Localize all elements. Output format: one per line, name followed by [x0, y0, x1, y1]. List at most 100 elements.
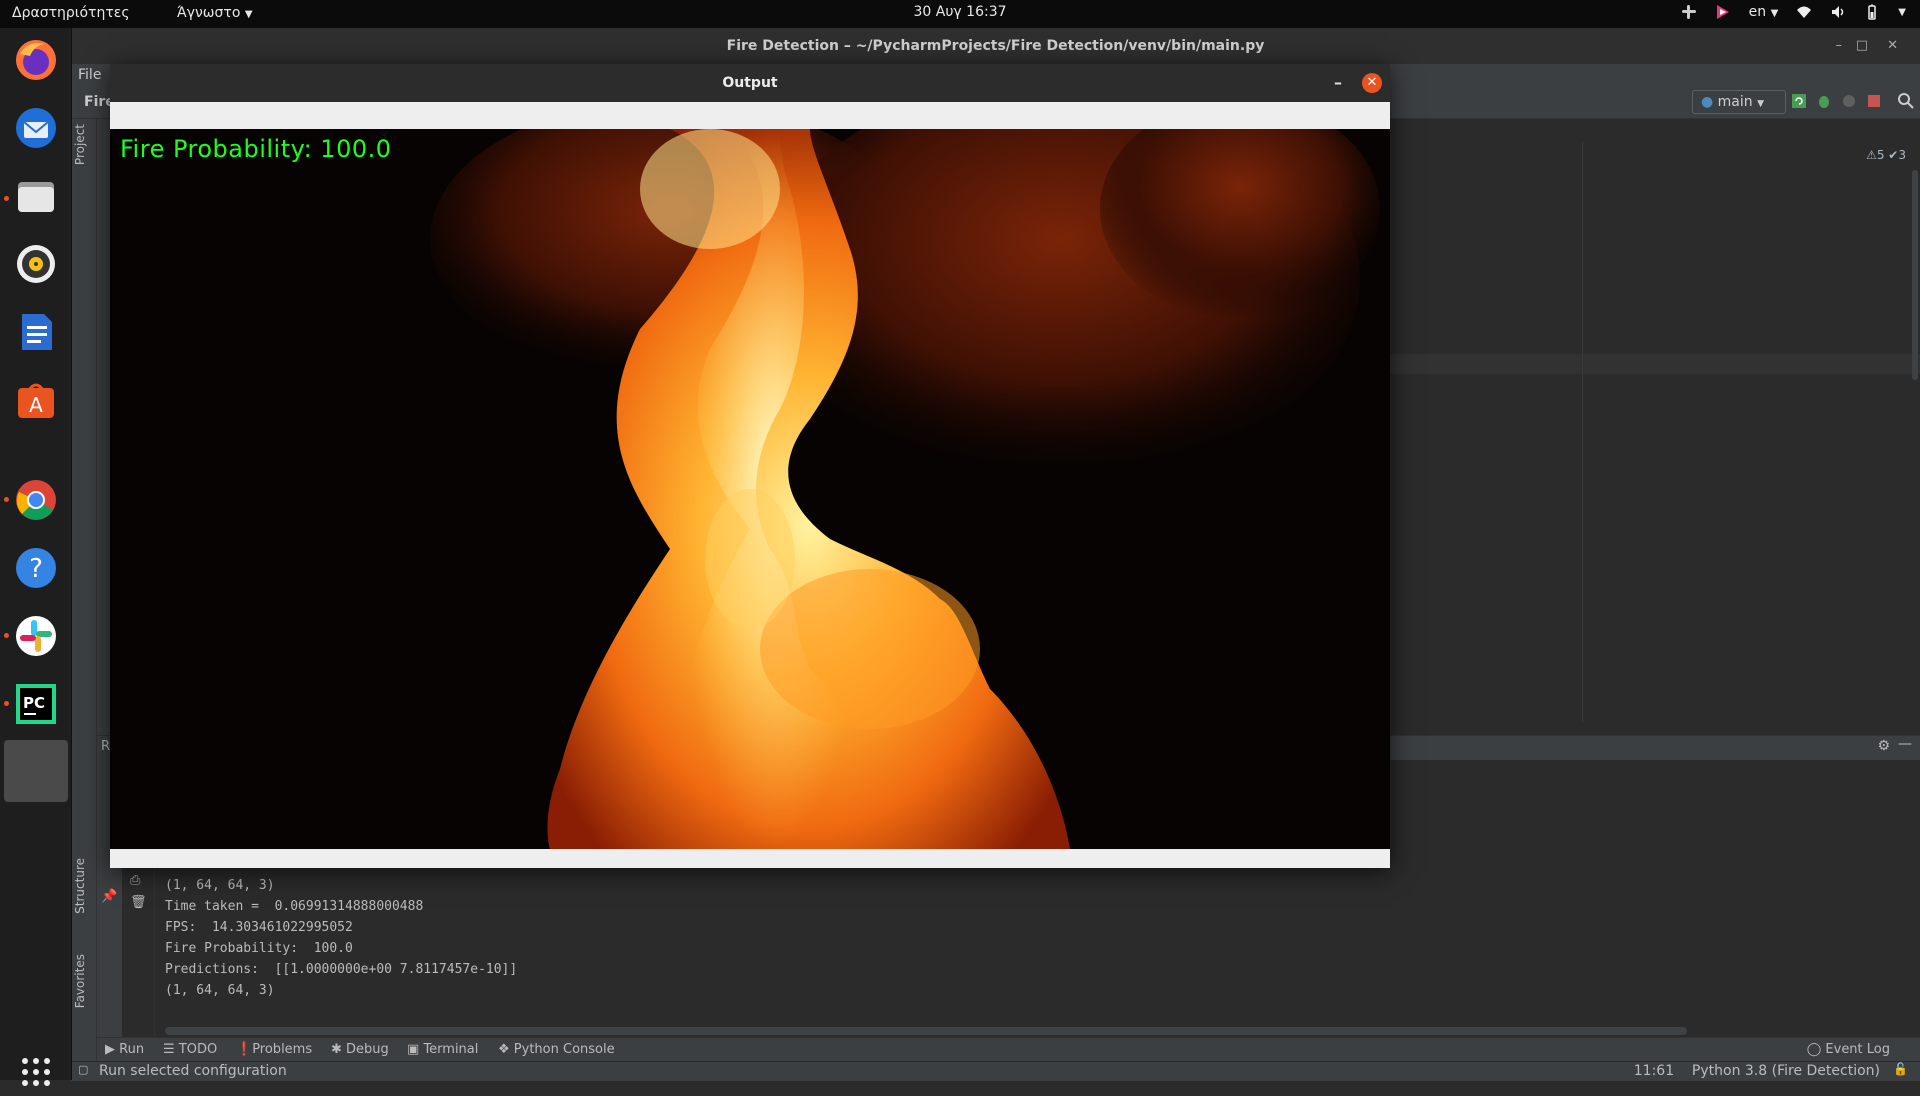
gear-icon[interactable]: ⚙ [1877, 738, 1890, 754]
left-tool-strip: Project Structure Favorites [71, 118, 97, 1061]
console-line: (1, 64, 64, 3) [165, 878, 275, 893]
running-indicator [4, 701, 9, 706]
stop-icon[interactable] [1865, 92, 1883, 110]
tab-python-console[interactable]: ❖ Python Console [498, 1042, 615, 1057]
volume-icon[interactable] [1830, 4, 1846, 20]
output-window-title: Output [722, 75, 778, 91]
tab-python-console-label: Python Console [513, 1042, 615, 1057]
info-icon: ❗ [236, 1042, 253, 1057]
terminal-icon: ▣ [407, 1042, 420, 1057]
bug-icon: ✱ [331, 1042, 342, 1057]
tab-problems[interactable]: ❗Problems [236, 1042, 312, 1057]
inspection-widget[interactable]: ⚠5 ✔3 [1866, 148, 1906, 162]
run-tool-title: R [101, 739, 111, 754]
tab-run-label: Run [119, 1042, 145, 1057]
trash-icon[interactable]: 🗑 [130, 895, 147, 910]
rhythmbox-icon[interactable] [12, 240, 60, 288]
battery-icon[interactable] [1864, 4, 1880, 20]
python-icon: ● [1701, 94, 1714, 110]
rerun-icon[interactable] [1790, 92, 1808, 110]
system-menu-chevron-icon[interactable]: ▼ [1898, 7, 1906, 18]
tab-favorites[interactable]: Favorites [73, 954, 87, 1008]
console-line: Fire Probability: 100.0 [165, 941, 353, 956]
ide-title-bar: Fire Detection – ~/PycharmProjects/Fire … [71, 28, 1920, 64]
running-indicator [4, 497, 9, 502]
pin-icon[interactable]: 📌 [101, 889, 117, 904]
tab-run[interactable]: ▶ Run [105, 1042, 144, 1057]
interpreter-selector[interactable]: Python 3.8 (Fire Detection) [1692, 1063, 1880, 1079]
maximize-icon[interactable]: □ [1856, 28, 1868, 64]
caret-position[interactable]: 11:61 [1634, 1063, 1674, 1079]
status-bar: ▢ Run selected configuration 11:61 Pytho… [71, 1061, 1920, 1081]
editor-scrollbar[interactable] [1912, 170, 1918, 380]
wifi-icon[interactable] [1796, 4, 1812, 20]
debug-icon[interactable] [1815, 92, 1833, 110]
tool-window-tabs: ▶ Run ☰ TODO ❗Problems ✱ Debug ▣ Termina… [97, 1037, 1920, 1062]
pycharm-icon[interactable]: PC [12, 680, 60, 728]
tab-event-log[interactable]: ◯ Event Log [1807, 1042, 1890, 1057]
minimize-icon[interactable]: – [1328, 73, 1348, 93]
lock-icon[interactable]: 🔓 [1893, 1062, 1908, 1076]
pycharm-label: PC [23, 694, 45, 712]
app-menu-label: Άγνωστο [177, 5, 241, 21]
python-console-icon: ❖ [498, 1042, 510, 1057]
slack-icon[interactable] [12, 612, 60, 660]
slack-tray-icon[interactable] [1681, 4, 1697, 20]
search-icon[interactable] [1897, 92, 1915, 110]
tool-window-toggle-icon[interactable]: ▢ [78, 1063, 88, 1076]
app-menu-button[interactable]: Άγνωστο ▼ [177, 5, 253, 21]
tab-terminal[interactable]: ▣ Terminal [407, 1042, 478, 1057]
help-icon[interactable]: ? [12, 544, 60, 592]
software-center-icon[interactable]: A [12, 376, 60, 424]
dock: A ? PC [0, 28, 72, 1086]
running-indicator [4, 633, 9, 638]
close-icon[interactable]: ✕ [1887, 28, 1898, 64]
console-horizontal-scrollbar[interactable] [165, 1027, 1687, 1035]
ide-window-title: Fire Detection – ~/PycharmProjects/Fire … [726, 38, 1265, 54]
play-icon: ▶ [105, 1042, 115, 1057]
firefox-icon[interactable] [12, 36, 60, 84]
hide-icon[interactable]: — [1898, 736, 1912, 752]
tab-todo-label: TODO [178, 1042, 218, 1057]
clock[interactable]: 30 Αυγ 16:37 [913, 4, 1006, 20]
close-icon[interactable]: ✕ [1362, 73, 1382, 93]
run-configuration-select[interactable]: ● main ▼ [1692, 90, 1786, 114]
libreoffice-writer-icon[interactable] [12, 308, 60, 356]
tab-debug[interactable]: ✱ Debug [331, 1042, 389, 1057]
output-title-bar[interactable]: Output – ✕ [110, 64, 1390, 102]
tab-event-log-label: Event Log [1825, 1042, 1890, 1057]
tab-structure[interactable]: Structure [73, 858, 87, 914]
svg-text:A: A [29, 393, 43, 417]
top-bar: Δραστηριότητες Άγνωστο ▼ 30 Αυγ 16:37 en… [0, 0, 1920, 28]
tab-terminal-label: Terminal [423, 1042, 479, 1057]
tab-project[interactable]: Project [73, 124, 87, 165]
files-icon[interactable] [12, 172, 60, 220]
console-line: FPS: 14.303461022995052 [165, 920, 353, 935]
language-label: en [1748, 4, 1767, 20]
profile-icon[interactable] [1840, 92, 1858, 110]
tab-problems-label: Problems [252, 1042, 313, 1057]
status-right: 11:61 Python 3.8 (Fire Detection) [1634, 1063, 1880, 1079]
svg-text:?: ? [29, 554, 43, 584]
menu-file[interactable]: File [78, 67, 101, 83]
color-app-tray-icon[interactable] [1715, 4, 1731, 20]
output-window[interactable]: Output – ✕ Fire Probability: 100.0 [110, 64, 1390, 868]
console-line: Predictions: [[1.0000000e+00 7.8117457e-… [165, 962, 518, 977]
fire-image [110, 129, 1390, 849]
thunderbird-icon[interactable] [12, 104, 60, 152]
tab-debug-label: Debug [346, 1042, 389, 1057]
keyboard-language[interactable]: en ▼ [1749, 4, 1779, 20]
video-frame: Fire Probability: 100.0 [110, 129, 1390, 849]
chevron-down-icon: ▼ [1770, 8, 1779, 19]
show-apps-icon[interactable] [12, 1048, 60, 1096]
tab-todo[interactable]: ☰ TODO [163, 1042, 217, 1057]
list-icon: ☰ [163, 1042, 175, 1057]
print-icon[interactable]: ⎙ [130, 873, 140, 888]
right-margin-guide [1582, 142, 1583, 722]
chrome-icon[interactable] [12, 476, 60, 524]
activities-button[interactable]: Δραστηριότητες [12, 5, 130, 21]
minimize-icon[interactable]: – [1836, 28, 1843, 64]
output-toolbar [110, 102, 1390, 129]
active-window-icon[interactable] [4, 740, 68, 802]
fire-probability-overlay: Fire Probability: 100.0 [120, 135, 392, 163]
